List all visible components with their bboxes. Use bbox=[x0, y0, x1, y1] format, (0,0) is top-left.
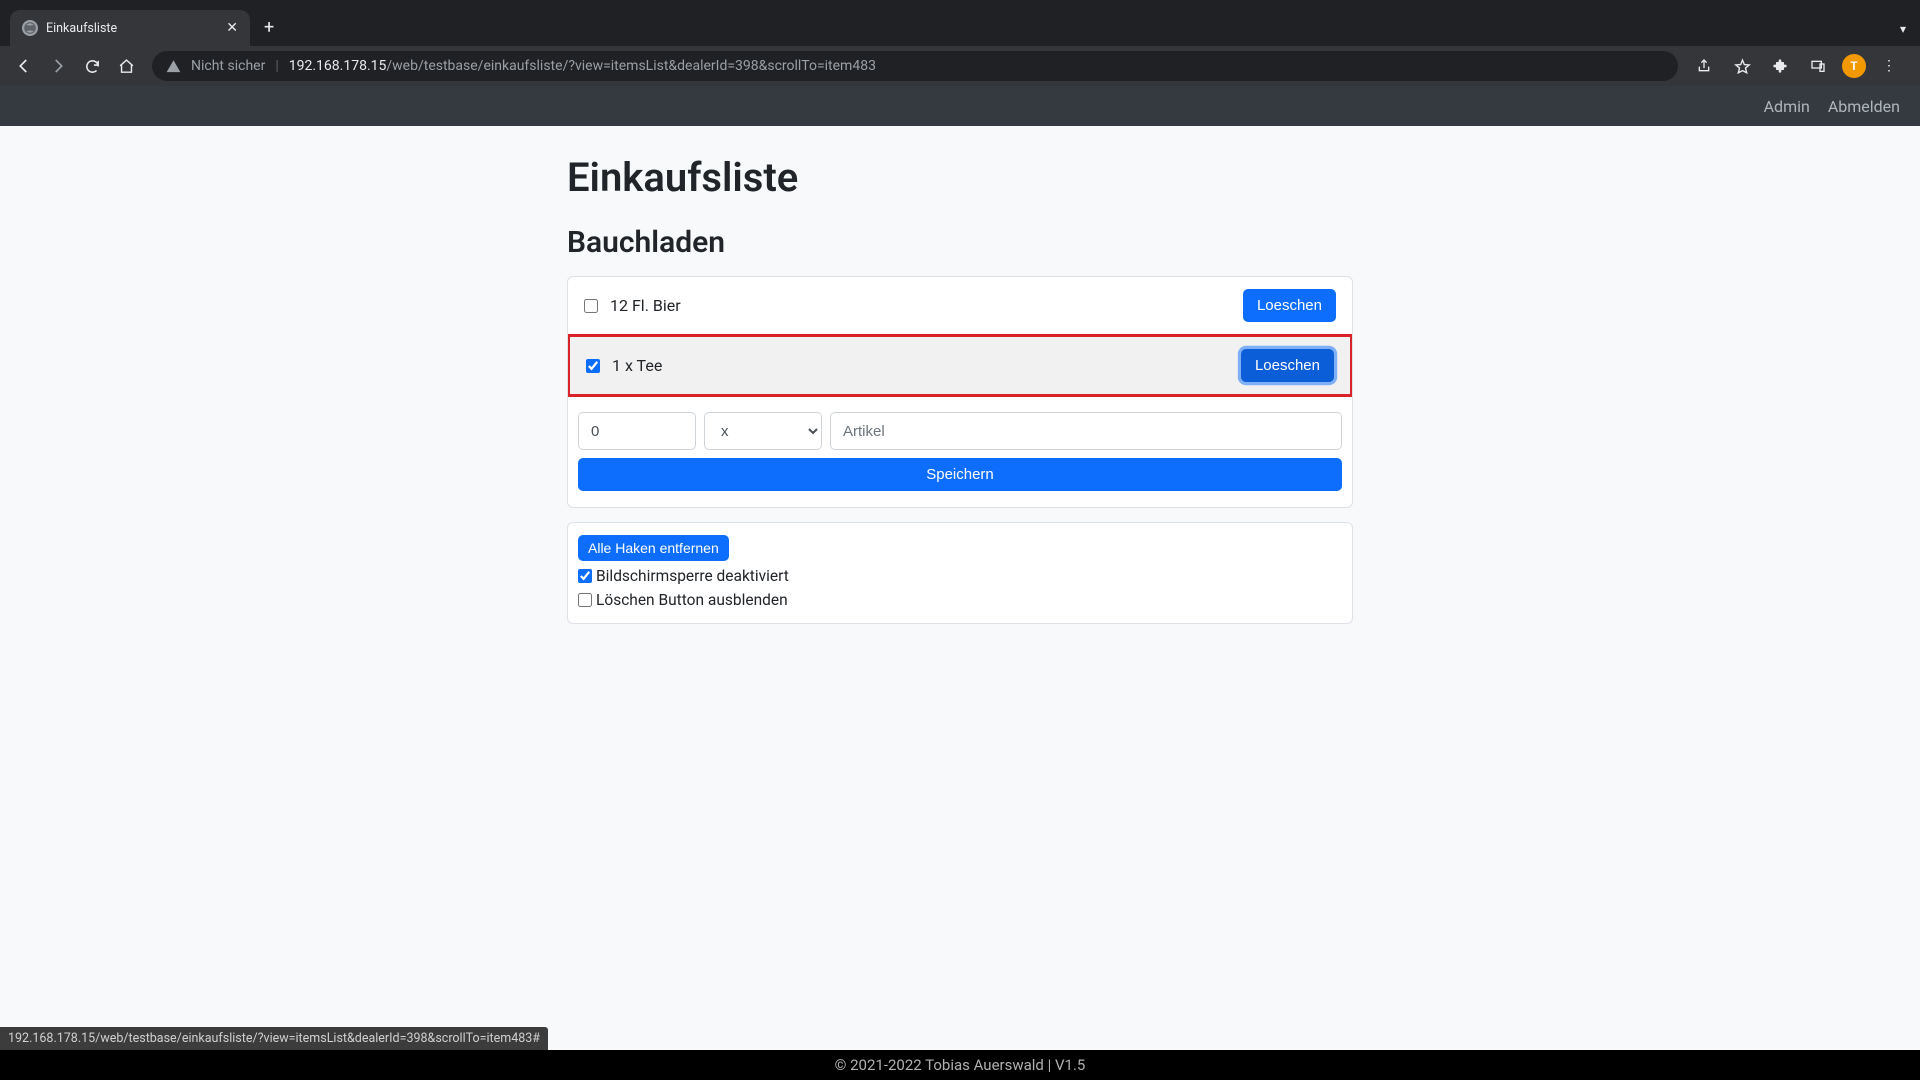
screenlock-label: Bildschirmsperre deaktiviert bbox=[596, 567, 789, 585]
footer-text: © 2021-2022 Tobias Auerswald | V1.5 bbox=[835, 1056, 1086, 1074]
item-label: 12 Fl. Bier bbox=[610, 296, 1231, 315]
page-footer: © 2021-2022 Tobias Auerswald | V1.5 bbox=[0, 1050, 1920, 1080]
hide-delete-label: Löschen Button ausblenden bbox=[596, 591, 788, 609]
profile-avatar[interactable]: T bbox=[1842, 54, 1866, 78]
options-card: Alle Haken entfernen Bildschirmsperre de… bbox=[567, 522, 1353, 624]
new-tab-button[interactable]: + bbox=[250, 9, 288, 46]
screenlock-checkbox[interactable] bbox=[578, 569, 592, 583]
nav-logout-link[interactable]: Abmelden bbox=[1828, 97, 1900, 116]
quantity-input[interactable] bbox=[578, 412, 696, 450]
save-button[interactable]: Speichern bbox=[578, 458, 1342, 491]
home-button[interactable] bbox=[112, 52, 140, 80]
browser-toolbar: Nicht sicher | 192.168.178.15/web/testba… bbox=[0, 46, 1920, 86]
item-checkbox[interactable] bbox=[584, 299, 598, 313]
store-heading: Bauchladen bbox=[567, 225, 1353, 260]
share-icon[interactable] bbox=[1690, 52, 1718, 80]
url-host: 192.168.178.15 bbox=[289, 58, 387, 74]
reload-button[interactable] bbox=[78, 52, 106, 80]
address-bar[interactable]: Nicht sicher | 192.168.178.15/web/testba… bbox=[152, 51, 1678, 81]
insecure-label: Nicht sicher bbox=[191, 58, 265, 74]
screenlock-option[interactable]: Bildschirmsperre deaktiviert bbox=[578, 567, 1342, 585]
item-checkbox[interactable] bbox=[586, 359, 600, 373]
toolbar-right: T ⋮ bbox=[1690, 52, 1910, 80]
extensions-icon[interactable] bbox=[1766, 52, 1794, 80]
url-text: 192.168.178.15/web/testbase/einkaufslist… bbox=[289, 58, 876, 74]
tabs-menu-button[interactable]: ▾ bbox=[1900, 22, 1906, 46]
hide-delete-checkbox[interactable] bbox=[578, 593, 592, 607]
delete-button[interactable]: Loeschen bbox=[1243, 289, 1336, 322]
close-icon[interactable]: ✕ bbox=[226, 20, 238, 36]
tab-title: Einkaufsliste bbox=[46, 21, 218, 36]
nav-admin-link[interactable]: Admin bbox=[1764, 97, 1810, 116]
insecure-icon bbox=[166, 59, 181, 74]
list-item: 1 x Tee Loeschen bbox=[567, 334, 1353, 397]
unit-select[interactable]: x bbox=[704, 412, 822, 450]
page-body: Einkaufsliste Bauchladen 12 Fl. Bier Loe… bbox=[0, 126, 1920, 1050]
forward-button[interactable] bbox=[44, 52, 72, 80]
omnibox-separator: | bbox=[275, 58, 278, 74]
browser-tabstrip: Einkaufsliste ✕ + ▾ bbox=[0, 0, 1920, 46]
avatar-initial: T bbox=[1850, 59, 1857, 73]
kebab-menu-icon[interactable]: ⋮ bbox=[1876, 52, 1904, 80]
status-bar: 192.168.178.15/web/testbase/einkaufslist… bbox=[0, 1027, 548, 1050]
bookmark-star-icon[interactable] bbox=[1728, 52, 1756, 80]
hide-delete-option[interactable]: Löschen Button ausblenden bbox=[578, 591, 1342, 609]
globe-icon bbox=[22, 20, 38, 36]
delete-button[interactable]: Loeschen bbox=[1241, 349, 1334, 382]
url-path: /web/testbase/einkaufsliste/?view=itemsL… bbox=[386, 58, 876, 74]
add-item-row: x bbox=[568, 396, 1352, 458]
devices-icon[interactable] bbox=[1804, 52, 1832, 80]
article-input[interactable] bbox=[830, 412, 1342, 450]
page-title: Einkaufsliste bbox=[567, 154, 1353, 201]
browser-tab[interactable]: Einkaufsliste ✕ bbox=[10, 10, 250, 46]
items-card: 12 Fl. Bier Loeschen 1 x Tee Loeschen x … bbox=[567, 276, 1353, 508]
back-button[interactable] bbox=[10, 52, 38, 80]
item-label: 1 x Tee bbox=[612, 356, 1229, 375]
app-navbar: Admin Abmelden bbox=[0, 86, 1920, 126]
list-item: 12 Fl. Bier Loeschen bbox=[568, 277, 1352, 335]
clear-all-button[interactable]: Alle Haken entfernen bbox=[578, 535, 729, 561]
